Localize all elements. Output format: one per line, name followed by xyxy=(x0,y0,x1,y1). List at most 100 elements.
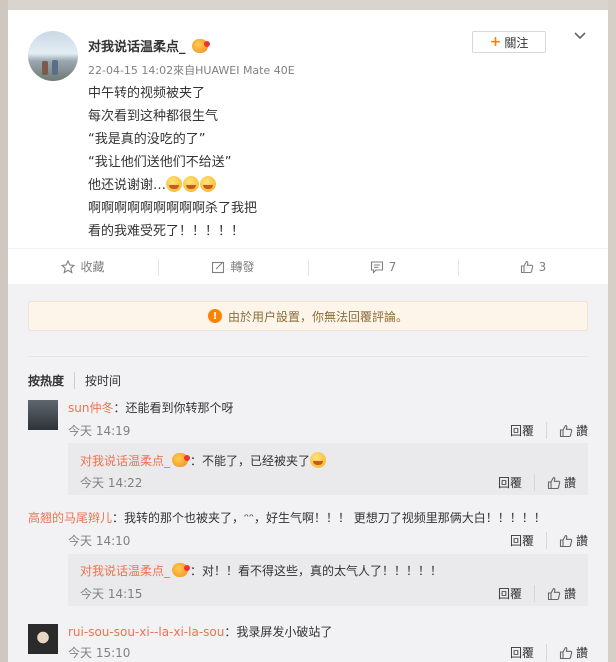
like-label: 讚 xyxy=(575,424,588,438)
post-line: 他还说谢谢… xyxy=(88,178,167,193)
commenter-name[interactable]: sun仲冬 xyxy=(68,401,113,415)
comment-text: ：我转的那个也被夹了，ᵔᵔ，好生气啊！！！ 更想刀了视频里那俩大白！！！！！ xyxy=(112,511,546,525)
post-text: 中午转的视频被夹了 每次看到这种都很生气 “我是真的没吃的了” “我让他们送他们… xyxy=(88,82,257,243)
thumbs-up-icon xyxy=(559,424,573,437)
background-right xyxy=(608,0,616,662)
post-line-with-emoji: 他还说谢谢… xyxy=(88,174,257,197)
post-line: 啊啊啊啊啊啊啊啊啊杀了我把 xyxy=(88,201,258,216)
chevron-down-icon[interactable] xyxy=(573,31,587,41)
comment-count: 7 xyxy=(388,259,397,274)
sort-tabs: 按热度 按时间 xyxy=(28,372,131,389)
reply-text: ：对！！看不得这些，真的太气人了！！！！！ xyxy=(190,564,443,578)
author-avatar[interactable] xyxy=(28,31,78,81)
reply-button[interactable]: 回覆 xyxy=(510,532,546,549)
reply-like-button[interactable]: 讚 xyxy=(533,474,576,491)
repost-button[interactable]: 轉發 xyxy=(158,249,308,284)
comment-text: ：还能看到你转那个呀 xyxy=(113,401,234,415)
thumbs-up-icon xyxy=(520,260,533,273)
plus-icon: + xyxy=(489,34,502,50)
like-button[interactable]: 3 xyxy=(458,249,608,284)
comment-item: rui-sou-sou-xi--la-xi-la-sou：我录屏发小破站了 今天… xyxy=(28,624,588,662)
reply-text-line: 对我说话温柔点_ ：对！！看不得这些，真的太气人了！！！！！ xyxy=(80,563,442,579)
author-name-row: 对我说话温柔点_ xyxy=(88,36,210,55)
author-name[interactable]: 对我说话温柔点_ xyxy=(88,36,186,55)
replier-name[interactable]: 对我说话温柔点_ xyxy=(80,454,170,468)
comment-text: ：我录屏发小破站了 xyxy=(224,625,333,639)
comment-like-button[interactable]: 讚 xyxy=(545,422,588,439)
comment-like-button[interactable]: 讚 xyxy=(545,644,588,661)
favorite-label: 收藏 xyxy=(80,260,105,274)
reply-like-button[interactable]: 讚 xyxy=(533,585,576,602)
comment-ops: 回覆 讚 xyxy=(510,644,588,661)
comment-text-line: rui-sou-sou-xi--la-xi-la-sou：我录屏发小破站了 xyxy=(68,624,588,640)
comment-body: 高翘的马尾辫儿：我转的那个也被夹了，ᵔᵔ，好生气啊！！！ 更想刀了视频里那俩大白… xyxy=(28,510,588,549)
like-label: 讚 xyxy=(575,646,588,660)
repost-icon xyxy=(212,261,225,273)
reply-button[interactable]: 回覆 xyxy=(510,644,546,661)
reply-time: 今天 14:15 xyxy=(80,587,143,601)
comment-ops: 回覆 讚 xyxy=(510,532,588,549)
post-actions-bar: 收藏 轉發 7 3 xyxy=(8,248,608,284)
comment-body: sun仲冬：还能看到你转那个呀 今天 14:19 回覆 讚 xyxy=(68,400,588,439)
reply-time: 今天 14:22 xyxy=(80,476,143,490)
like-label: 讚 xyxy=(563,476,576,490)
laughing-emoji-icon xyxy=(310,452,327,468)
vip-badge-icon xyxy=(172,563,191,577)
reply-button[interactable]: 回覆 xyxy=(498,474,534,491)
commenter-avatar[interactable] xyxy=(28,400,58,430)
vip-badge-icon xyxy=(172,453,191,467)
reply-text: ：不能了，已经被夹了 xyxy=(190,454,311,468)
crying-emoji-icon xyxy=(183,176,200,192)
reply-ops: 回覆 讚 xyxy=(498,585,576,602)
comment-button[interactable]: 7 xyxy=(308,249,458,284)
comment-time: 今天 14:19 xyxy=(68,424,131,438)
like-label: 讚 xyxy=(563,587,576,601)
comment-text-line: sun仲冬：还能看到你转那个呀 xyxy=(68,400,588,416)
sort-by-hot-tab[interactable]: 按热度 xyxy=(28,372,74,389)
crying-emoji-icon xyxy=(200,176,217,192)
reply-disabled-notice: ! 由於用户設置，你無法回覆評論。 xyxy=(28,301,588,331)
follow-button[interactable]: + 關注 xyxy=(472,31,546,53)
notice-text: 由於用户設置，你無法回覆評論。 xyxy=(227,309,408,324)
post-line: “我让他们送他们不给送” xyxy=(88,155,232,170)
follow-label: 關注 xyxy=(504,35,529,50)
post-line: 中午转的视频被夹了 xyxy=(88,86,206,101)
thumbs-up-icon xyxy=(547,587,561,600)
reply-item: 对我说话温柔点_ ：对！！看不得这些，真的太气人了！！！！！ 今天 14:15 回… xyxy=(68,554,588,606)
warning-icon: ! xyxy=(207,309,222,323)
commenter-name[interactable]: rui-sou-sou-xi--la-xi-la-sou xyxy=(68,625,224,639)
divider xyxy=(28,356,588,357)
star-icon xyxy=(61,259,76,274)
background-left xyxy=(0,0,8,662)
vip-badge-icon xyxy=(191,38,210,53)
comments-area: ! 由於用户設置，你無法回覆評論。 按热度 按时间 sun仲冬：还能看到你转那个… xyxy=(8,284,608,662)
post-line: 每次看到这种都很生气 xyxy=(88,109,219,124)
post-line: 看的我难受死了！！！！！ xyxy=(88,224,245,239)
reply-button[interactable]: 回覆 xyxy=(510,422,546,439)
reply-ops: 回覆 讚 xyxy=(498,474,576,491)
reply-item: 对我说话温柔点_ ：不能了，已经被夹了 今天 14:22 回覆 讚 xyxy=(68,443,588,495)
thumbs-up-icon xyxy=(547,476,561,489)
post-line: “我是真的没吃的了” xyxy=(88,132,206,147)
comment-text-line: 高翘的马尾辫儿：我转的那个也被夹了，ᵔᵔ，好生气啊！！！ 更想刀了视频里那俩大白… xyxy=(28,510,588,526)
commenter-name[interactable]: 高翘的马尾辫儿 xyxy=(28,511,112,525)
comment-time: 今天 14:10 xyxy=(68,534,131,548)
comment-icon xyxy=(370,260,383,274)
crying-emoji-icon xyxy=(166,176,183,192)
favorite-button[interactable]: 收藏 xyxy=(8,249,158,284)
comment-ops: 回覆 讚 xyxy=(510,422,588,439)
weibo-card: 对我说话温柔点_ 22-04-15 14:02來自HUAWEI Mate 40E… xyxy=(8,10,608,662)
comment-body: rui-sou-sou-xi--la-xi-la-sou：我录屏发小破站了 今天… xyxy=(68,624,588,661)
reply-button[interactable]: 回覆 xyxy=(498,585,534,602)
repost-label: 轉發 xyxy=(230,260,255,274)
comment-like-button[interactable]: 讚 xyxy=(545,532,588,549)
commenter-avatar[interactable] xyxy=(28,624,58,654)
like-label: 讚 xyxy=(575,534,588,548)
comment-time: 今天 15:10 xyxy=(68,646,131,660)
sort-by-time-tab[interactable]: 按时间 xyxy=(74,372,131,389)
reply-text-line: 对我说话温柔点_ ：不能了，已经被夹了 xyxy=(80,452,327,469)
replier-name[interactable]: 对我说话温柔点_ xyxy=(80,564,170,578)
post-meta: 22-04-15 14:02來自HUAWEI Mate 40E xyxy=(88,64,295,77)
thumbs-up-icon xyxy=(559,534,573,547)
thumbs-up-icon xyxy=(559,646,573,659)
